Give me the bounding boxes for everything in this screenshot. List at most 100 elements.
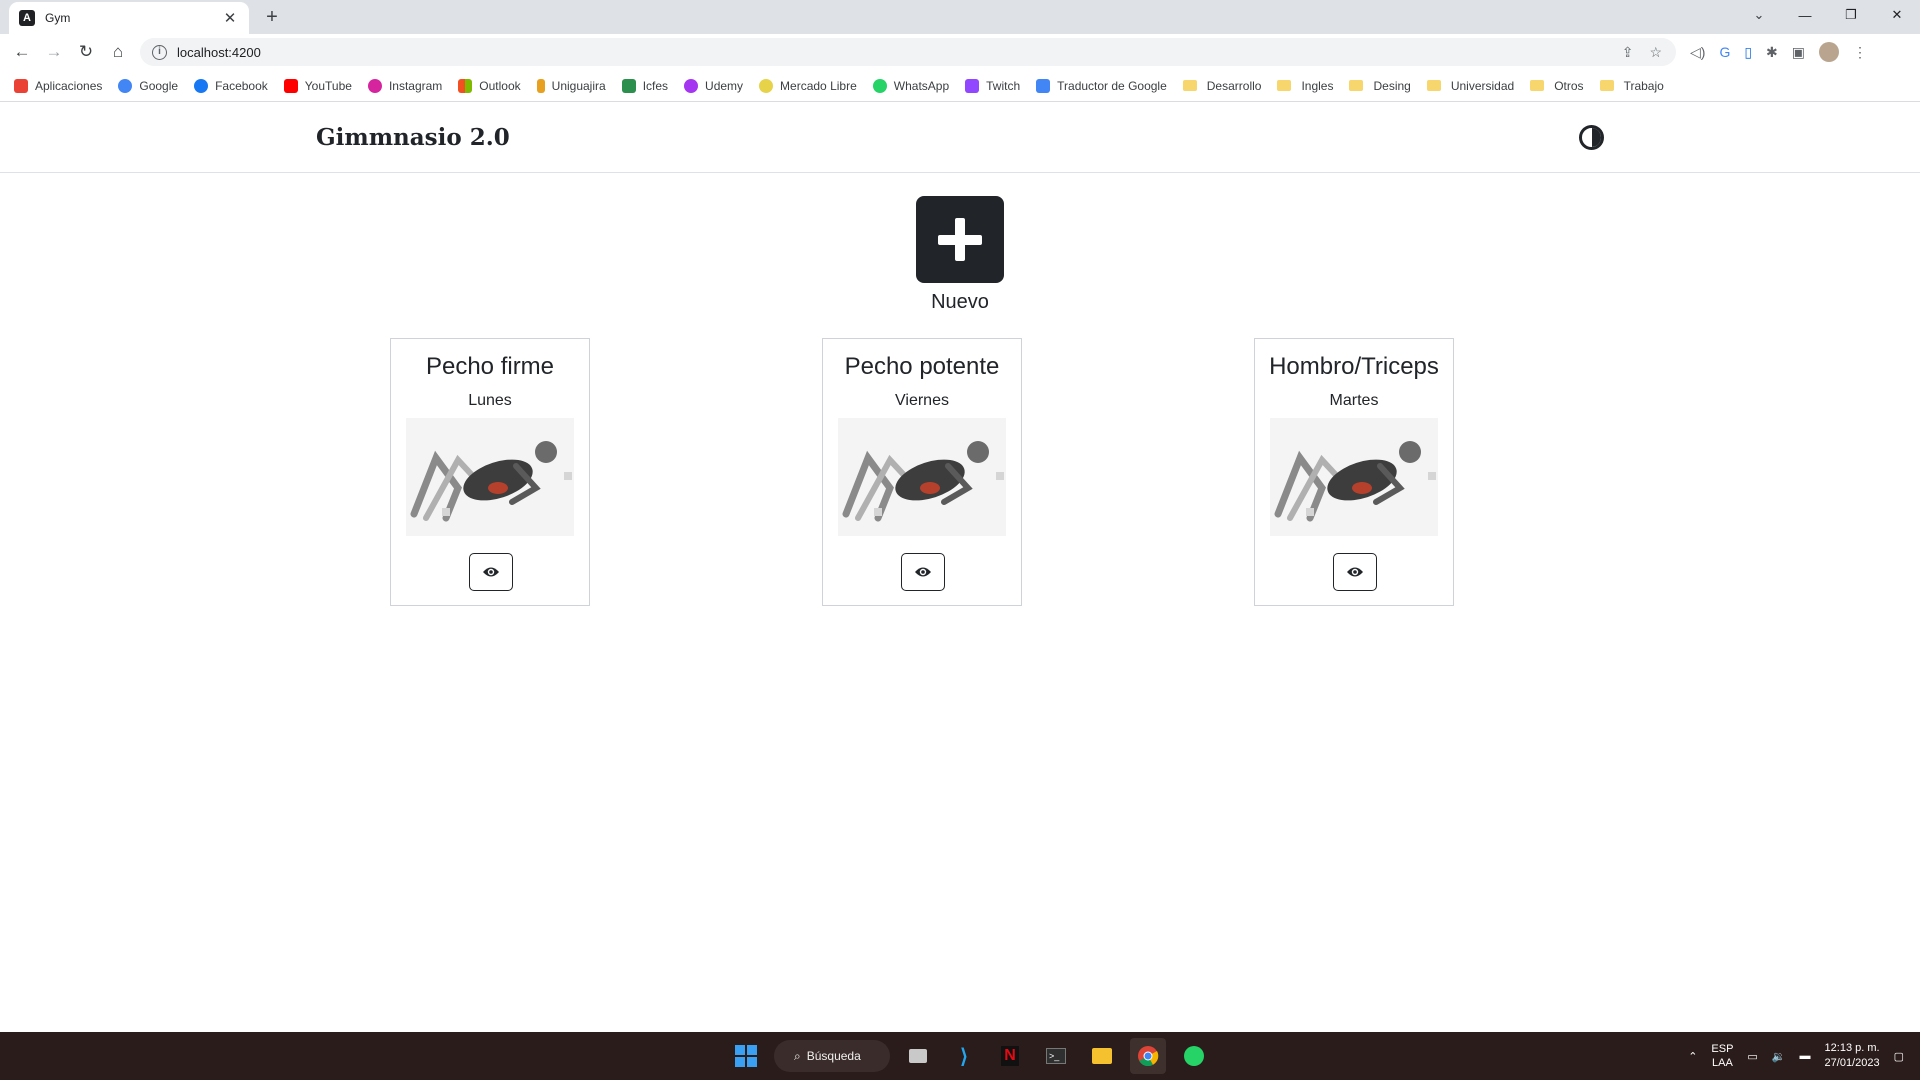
routine-name: Hombro/Triceps: [1269, 353, 1439, 380]
view-routine-button[interactable]: [901, 553, 945, 591]
bookmark-icfes[interactable]: Icfes: [621, 78, 668, 93]
whatsapp-icon[interactable]: [1176, 1038, 1212, 1074]
tab-search-icon[interactable]: ⌄: [1744, 0, 1774, 30]
google-icon: [118, 78, 133, 93]
routine-day: Martes: [1329, 392, 1379, 409]
bookmark-uniguajira[interactable]: Uniguajira: [536, 78, 606, 93]
extensions-area: ◁) G ▯ ✱ ▣ ⋮: [1690, 38, 1867, 66]
search-icon: ⌕: [794, 1048, 801, 1063]
document-extension-icon[interactable]: ▯: [1744, 44, 1752, 61]
bookmark-youtube[interactable]: YouTube: [283, 78, 352, 93]
bookmark-whatsapp[interactable]: WhatsApp: [872, 78, 949, 93]
tab-title: Gym: [45, 11, 71, 25]
browser-toolbar: ← → ↻ ⌂ i localhost:4200 ⇪ ☆ ◁) G ▯ ✱ ▣ …: [0, 34, 1920, 70]
folder-icon: [1426, 80, 1441, 91]
bookmark-twitch[interactable]: Twitch: [965, 78, 1020, 93]
bookmark-outlook[interactable]: Outlook: [458, 78, 521, 93]
menu-kebab-icon[interactable]: ⋮: [1853, 44, 1867, 61]
task-view-icon[interactable]: [900, 1038, 936, 1074]
mercado-libre-icon: [759, 78, 774, 93]
windows-taskbar: ⌕ Búsqueda ⟩ N >_ ⌃ ESP LAA ▭ 🔉 ▬ 12:13 …: [0, 1032, 1920, 1080]
back-button[interactable]: ←: [8, 38, 36, 66]
routine-card: Pecho firme Lunes: [390, 338, 590, 606]
bookmark-instagram[interactable]: Instagram: [367, 78, 442, 93]
battery-icon[interactable]: ▬: [1800, 1050, 1811, 1062]
close-window-button[interactable]: ✕: [1874, 0, 1920, 30]
reload-button[interactable]: ↻: [72, 38, 100, 66]
terminal-icon[interactable]: >_: [1038, 1038, 1074, 1074]
bookmark-folder-ingles[interactable]: Ingles: [1277, 79, 1333, 93]
read-aloud-icon[interactable]: ◁): [1690, 44, 1705, 61]
bookmark-folder-otros[interactable]: Otros: [1530, 79, 1584, 93]
network-icon[interactable]: ▭: [1747, 1050, 1757, 1063]
file-explorer-icon[interactable]: [1084, 1038, 1120, 1074]
bookmark-folder-desing[interactable]: Desing: [1349, 79, 1411, 93]
window-controls: — ❐ ✕: [1782, 0, 1920, 30]
browser-tab[interactable]: A Gym ✕: [9, 2, 249, 34]
apps-grid-icon: [14, 78, 28, 93]
translate-extension-icon[interactable]: G: [1719, 44, 1730, 60]
eye-icon: [1347, 567, 1363, 577]
address-url[interactable]: localhost:4200: [177, 45, 261, 60]
eye-icon: [483, 567, 499, 577]
language-indicator[interactable]: ESP LAA: [1711, 1042, 1733, 1070]
routine-name: Pecho potente: [844, 353, 1000, 380]
restore-button[interactable]: ❐: [1828, 0, 1874, 30]
instagram-icon: [367, 78, 382, 93]
new-tab-button[interactable]: +: [258, 3, 286, 31]
site-info-icon[interactable]: i: [152, 44, 167, 60]
notifications-icon[interactable]: ▢: [1894, 1050, 1904, 1063]
routine-day: Lunes: [468, 392, 512, 409]
folder-icon: [1599, 80, 1614, 91]
google-translate-icon: [1036, 78, 1051, 93]
extensions-puzzle-icon[interactable]: ✱: [1766, 44, 1778, 61]
brand-title[interactable]: Gimmnasio 2.0: [316, 124, 510, 151]
view-routine-button[interactable]: [469, 553, 513, 591]
folder-icon: [1349, 80, 1364, 91]
close-tab-icon[interactable]: ✕: [221, 9, 239, 27]
exercise-illustration: [406, 418, 574, 536]
new-routine-button[interactable]: [916, 196, 1004, 283]
minimize-button[interactable]: —: [1782, 0, 1828, 30]
chevron-up-icon[interactable]: ⌃: [1688, 1050, 1697, 1063]
view-routine-button[interactable]: [1333, 553, 1377, 591]
forward-button[interactable]: →: [40, 38, 68, 66]
bookmark-star-icon[interactable]: ☆: [1649, 44, 1662, 61]
udemy-icon: [684, 78, 699, 93]
bookmark-traductor[interactable]: Traductor de Google: [1036, 78, 1167, 93]
vscode-icon[interactable]: ⟩: [946, 1038, 982, 1074]
side-panel-icon[interactable]: ▣: [1792, 44, 1805, 61]
eye-icon: [915, 567, 931, 577]
theme-toggle-icon[interactable]: [1579, 125, 1604, 150]
bookmark-folder-desarrollo[interactable]: Desarrollo: [1182, 79, 1261, 93]
bookmark-folder-universidad[interactable]: Universidad: [1426, 79, 1514, 93]
exercise-illustration: [1270, 418, 1438, 536]
share-icon[interactable]: ⇪: [1622, 44, 1634, 61]
bookmark-udemy[interactable]: Udemy: [684, 78, 743, 93]
bookmark-aplicaciones[interactable]: Aplicaciones: [14, 78, 102, 93]
new-routine-label: Nuevo: [931, 291, 989, 313]
bookmark-google[interactable]: Google: [118, 78, 178, 93]
home-button[interactable]: ⌂: [104, 38, 132, 66]
routine-card: Pecho potente Viernes: [822, 338, 1022, 606]
angular-icon: A: [19, 10, 35, 26]
volume-icon[interactable]: 🔉: [1772, 1050, 1786, 1063]
clock[interactable]: 12:13 p. m. 27/01/2023: [1825, 1041, 1880, 1071]
page-content: Gimmnasio 2.0 Nuevo Pecho firme Lunes Pe…: [0, 102, 1920, 1032]
routine-day: Viernes: [895, 392, 949, 409]
taskbar-search[interactable]: ⌕ Búsqueda: [774, 1040, 890, 1072]
tab-strip: A Gym ✕ + ⌄ — ❐ ✕: [0, 0, 1920, 34]
bookmarks-bar: Aplicaciones Google Facebook YouTube Ins…: [0, 70, 1920, 102]
netflix-icon[interactable]: N: [992, 1038, 1028, 1074]
chrome-icon[interactable]: [1130, 1038, 1166, 1074]
address-bar[interactable]: i localhost:4200 ⇪ ☆: [140, 38, 1676, 66]
bookmark-mercado-libre[interactable]: Mercado Libre: [759, 78, 857, 93]
profile-avatar[interactable]: [1819, 42, 1840, 62]
youtube-icon: [283, 78, 298, 93]
bookmark-facebook[interactable]: Facebook: [194, 78, 268, 93]
windows-start-icon[interactable]: [728, 1038, 764, 1074]
icfes-icon: [621, 78, 636, 93]
bookmark-folder-trabajo[interactable]: Trabajo: [1599, 79, 1664, 93]
twitch-icon: [965, 78, 980, 93]
folder-icon: [1530, 80, 1545, 91]
